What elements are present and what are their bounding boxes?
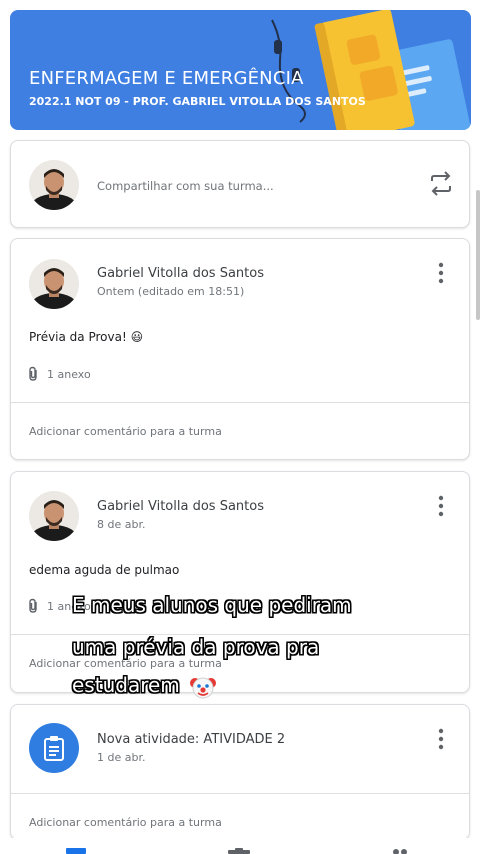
paperclip-icon [29,598,37,613]
classwork-tab-icon[interactable] [228,848,250,854]
class-banner[interactable]: ENFERMAGEM E EMERGÊNCIA 2022.1 NOT 09 - … [10,10,471,130]
post-date: Ontem (editado em 18:51) [97,285,245,298]
attachment-link[interactable]: 1 anexo [27,366,91,382]
attachment-count: 1 anexo [47,367,91,381]
more-vert-icon[interactable] [433,261,449,285]
activity-card[interactable]: Nova atividade: ATIVIDADE 2 1 de abr. Ad… [10,704,470,840]
video-caption-line: uma prévia da prova pra [72,635,320,659]
bottom-navigation [0,838,480,854]
add-comment-field[interactable]: Adicionar comentário para a turma [29,816,222,829]
post-date: 8 de abr. [97,518,146,531]
post-card[interactable]: Gabriel Vitolla dos Santos Ontem (editad… [10,238,470,460]
add-comment-field[interactable]: Adicionar comentário para a turma [29,425,222,438]
paperclip-icon [29,366,37,381]
stream-tab-icon[interactable] [66,848,86,854]
divider [11,793,469,794]
classroom-stream: ENFERMAGEM E EMERGÊNCIA 2022.1 NOT 09 - … [0,0,480,854]
post-author: Gabriel Vitolla dos Santos [97,499,264,514]
more-vert-icon[interactable] [433,494,449,518]
video-caption-line: E meus alunos que pediram [72,593,352,617]
share-input[interactable]: Compartilhar com sua turma... [97,179,274,193]
post-author: Gabriel Vitolla dos Santos [97,266,264,281]
people-tab-icon[interactable] [392,848,408,854]
avatar [29,491,79,541]
avatar [29,160,79,210]
share-card[interactable]: Compartilhar com sua turma... [10,140,470,228]
clown-emoji-icon [190,677,217,698]
post-text: edema aguda de pulmao [29,563,180,577]
more-vert-icon[interactable] [433,727,449,751]
class-title: ENFERMAGEM E EMERGÊNCIA [29,68,304,89]
scrollbar[interactable] [476,190,480,320]
divider [11,402,469,403]
activity-date: 1 de abr. [97,751,146,764]
caption-text: estudarem [72,673,180,697]
post-text: Prévia da Prova! 😃 [29,330,144,344]
assignment-icon [29,723,79,773]
repost-icon[interactable] [429,171,453,197]
class-section: 2022.1 NOT 09 - PROF. GABRIEL VITOLLA DO… [29,95,366,108]
activity-title[interactable]: Nova atividade: ATIVIDADE 2 [97,732,285,747]
avatar [29,259,79,309]
video-caption-line: estudarem [72,672,432,700]
